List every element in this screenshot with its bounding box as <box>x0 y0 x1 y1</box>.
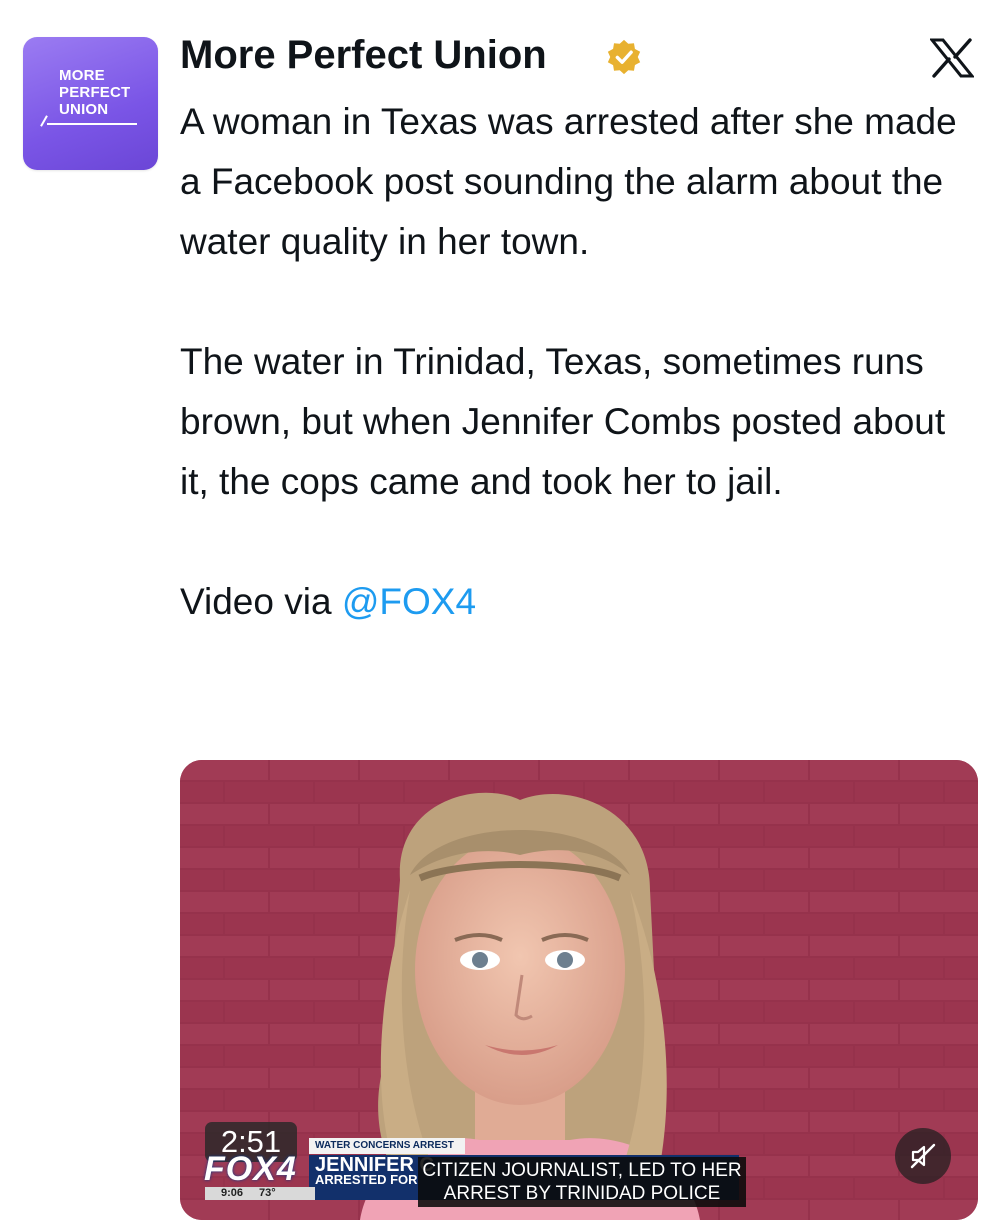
tweet-paragraph: The water in Trinidad, Texas, sometimes … <box>180 341 946 502</box>
tweet-paragraph: A woman in Texas was arrested after she … <box>180 101 957 262</box>
verified-badge-icon <box>607 39 641 75</box>
mute-button[interactable] <box>895 1128 951 1184</box>
tweet-video-credit: Video via @FOX4 <box>180 572 980 632</box>
mention-link[interactable]: @FOX4 <box>342 581 476 622</box>
tweet-text: A woman in Texas was arrested after she … <box>180 92 980 632</box>
broadcast-topic: WATER CONCERNS ARREST <box>309 1138 465 1154</box>
avatar-logo-text: MORE PERFECT UNION <box>59 67 131 118</box>
avatar-logo-underline <box>47 123 137 125</box>
station-logo: FOX4 <box>204 1150 297 1188</box>
broadcast-time: 9:06 <box>221 1187 244 1199</box>
volume-muted-icon <box>910 1143 936 1169</box>
avatar[interactable]: MORE PERFECT UNION <box>23 37 158 170</box>
broadcast-subline: ARRESTED FOR <box>315 1172 418 1187</box>
broadcast-temperature: 73° <box>259 1187 276 1199</box>
display-name[interactable]: More Perfect Union <box>180 33 547 78</box>
broadcast-ticker: 9:06 73° <box>205 1187 315 1200</box>
video-via-label: Video via <box>180 581 342 622</box>
x-logo-icon[interactable] <box>930 38 974 78</box>
